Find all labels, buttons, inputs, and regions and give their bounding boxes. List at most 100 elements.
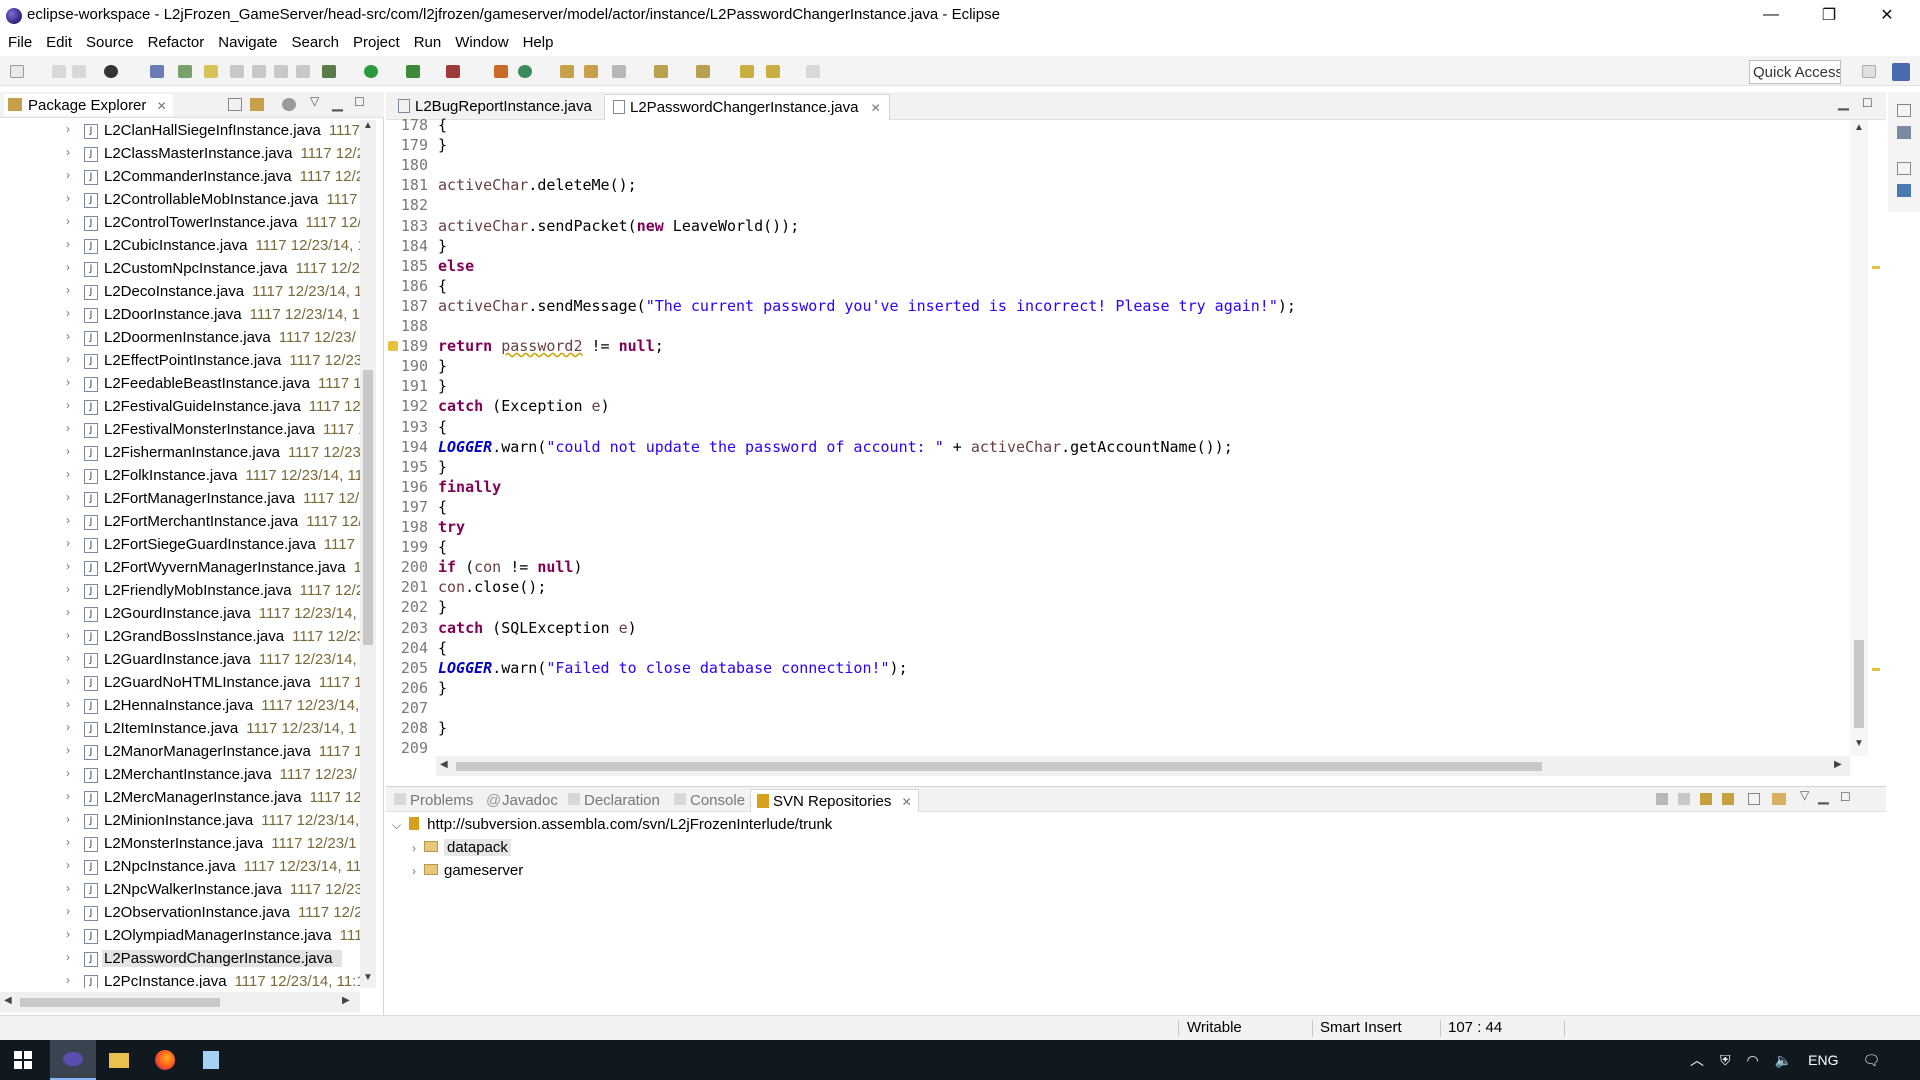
open-perspective-icon[interactable]: [1862, 65, 1876, 78]
menu-refactor[interactable]: Refactor: [148, 34, 205, 51]
taskbar-file-explorer[interactable]: [96, 1040, 142, 1080]
volume-icon[interactable]: 🔈: [1775, 1052, 1792, 1069]
editor-horizontal-scrollbar[interactable]: ◀ ▶: [436, 756, 1850, 776]
scroll-thumb[interactable]: [363, 370, 373, 645]
chevron-right-icon[interactable]: ›: [66, 444, 70, 458]
warning-annotation-marker[interactable]: [1872, 266, 1880, 269]
tab-declaration[interactable]: Declaration: [562, 789, 666, 812]
chevron-right-icon[interactable]: ›: [412, 864, 416, 878]
tree-item[interactable]: › J L2MinionInstance.java 1117 12/23/14,: [0, 810, 360, 833]
chevron-right-icon[interactable]: ›: [66, 835, 70, 849]
chevron-right-icon[interactable]: ›: [66, 352, 70, 366]
view-menu-icon[interactable]: ▽: [1800, 788, 1809, 802]
menu-source[interactable]: Source: [86, 34, 134, 51]
chevron-right-icon[interactable]: ›: [66, 191, 70, 205]
tree-item[interactable]: › J L2GuardInstance.java 1117 12/23/14,: [0, 649, 360, 672]
task-list-icon[interactable]: [1897, 126, 1911, 139]
previous-edit-icon[interactable]: [696, 65, 710, 78]
minimize-editor-icon[interactable]: ▁: [1838, 94, 1849, 111]
profile-icon[interactable]: [104, 65, 118, 78]
refresh-icon[interactable]: [1722, 793, 1734, 805]
tree-item[interactable]: › J L2MonsterInstance.java 1117 12/23/1: [0, 833, 360, 856]
tab-l2passwordchangerinstance[interactable]: L2PasswordChangerInstance.java ✕: [604, 94, 890, 120]
new-java-package-icon[interactable]: [494, 65, 508, 78]
package-tree-vertical-scrollbar[interactable]: ▲ ▼: [360, 120, 376, 988]
menu-navigate[interactable]: Navigate: [218, 34, 277, 51]
toggle-mark-occurrences-icon[interactable]: [204, 65, 218, 78]
chevron-right-icon[interactable]: ›: [66, 651, 70, 665]
tree-item[interactable]: › J L2FortManagerInstance.java 1117 12/: [0, 488, 360, 511]
menu-search[interactable]: Search: [291, 34, 339, 51]
restore-button[interactable]: ❐: [1806, 0, 1852, 30]
tab-console[interactable]: Console: [668, 789, 751, 812]
tree-item[interactable]: › J L2NpcInstance.java 1117 12/23/14, 11: [0, 856, 360, 879]
chevron-right-icon[interactable]: ›: [66, 329, 70, 343]
format-icon[interactable]: [274, 65, 288, 78]
last-edit-location-icon[interactable]: [740, 65, 754, 78]
chevron-right-icon[interactable]: ›: [66, 559, 70, 573]
chevron-right-icon[interactable]: ›: [66, 697, 70, 711]
tree-item[interactable]: › J L2GuardNoHTMLInstance.java 1117 1: [0, 672, 360, 695]
java-perspective-icon[interactable]: [1892, 63, 1910, 81]
tab-javadoc[interactable]: @Javadoc: [480, 789, 564, 812]
chevron-right-icon[interactable]: ›: [66, 421, 70, 435]
chevron-right-icon[interactable]: ›: [66, 283, 70, 297]
link-with-editor-icon[interactable]: [250, 98, 264, 111]
tree-item[interactable]: › J L2CubicInstance.java 1117 12/23/14, 1: [0, 235, 360, 258]
tab-problems[interactable]: Problems: [388, 789, 479, 812]
search-icon[interactable]: [612, 65, 626, 78]
new-icon[interactable]: [10, 65, 24, 78]
tree-item[interactable]: › J L2FriendlyMobInstance.java 1117 12/2: [0, 580, 360, 603]
tree-item[interactable]: › J L2PasswordChangerInstance.java: [0, 948, 360, 971]
coverage-icon[interactable]: [406, 65, 420, 78]
language-indicator[interactable]: ENG: [1808, 1052, 1838, 1068]
tree-item[interactable]: › J L2FestivalGuideInstance.java 1117 12/: [0, 396, 360, 419]
overview-ruler[interactable]: [1868, 120, 1884, 756]
tree-item[interactable]: › J L2CustomNpcInstance.java 1117 12/2: [0, 258, 360, 281]
tree-item[interactable]: › J L2ClassMasterInstance.java 1117 12/2: [0, 143, 360, 166]
tree-item[interactable]: › J L2DecoInstance.java 1117 12/23/14, 1: [0, 281, 360, 304]
close-button[interactable]: ✕: [1864, 0, 1910, 30]
minimize-view-icon[interactable]: ▁: [332, 95, 343, 112]
paragraph-icon[interactable]: [296, 65, 310, 78]
close-tab-icon[interactable]: ✕: [871, 101, 881, 115]
chevron-right-icon[interactable]: ›: [66, 582, 70, 596]
scroll-down-icon[interactable]: ▼: [363, 972, 373, 983]
run-icon[interactable]: [364, 65, 378, 78]
chevron-right-icon[interactable]: ›: [66, 237, 70, 251]
open-type-icon[interactable]: [560, 65, 574, 78]
package-tree-horizontal-scrollbar[interactable]: ◀ ▶: [0, 992, 360, 1012]
scroll-thumb[interactable]: [456, 762, 1542, 771]
warning-annotation-marker[interactable]: [1872, 668, 1880, 671]
menu-run[interactable]: Run: [414, 34, 442, 51]
chevron-right-icon[interactable]: ›: [66, 858, 70, 872]
restore-icon[interactable]: [1897, 104, 1911, 117]
scroll-up-icon[interactable]: ▲: [363, 120, 373, 131]
tree-item[interactable]: › J L2FortSiegeGuardInstance.java 1117 1: [0, 534, 360, 557]
forward-icon[interactable]: [1700, 793, 1712, 805]
close-icon[interactable]: ✕: [902, 795, 912, 809]
tree-item[interactable]: › J L2DoorInstance.java 1117 12/23/14, 1: [0, 304, 360, 327]
notifications-icon[interactable]: 🗨: [1863, 1052, 1881, 1069]
scroll-right-icon[interactable]: ▶: [342, 995, 350, 1006]
tree-item[interactable]: › J L2FestivalMonsterInstance.java 1117 1: [0, 419, 360, 442]
menu-help[interactable]: Help: [523, 34, 554, 51]
chevron-right-icon[interactable]: ›: [66, 513, 70, 527]
new-folder-icon[interactable]: [1772, 793, 1786, 805]
menu-edit[interactable]: Edit: [46, 34, 72, 51]
chevron-right-icon[interactable]: ›: [66, 904, 70, 918]
chevron-right-icon[interactable]: ›: [66, 881, 70, 895]
chevron-right-icon[interactable]: ›: [66, 375, 70, 389]
tree-item[interactable]: › J L2FolkInstance.java 1117 12/23/14, 11: [0, 465, 360, 488]
chevron-right-icon[interactable]: ›: [66, 398, 70, 412]
tree-item[interactable]: › J L2GourdInstance.java 1117 12/23/14,: [0, 603, 360, 626]
collapse-all-icon[interactable]: [1748, 793, 1760, 805]
focus-icon[interactable]: [282, 98, 296, 111]
back-icon[interactable]: [766, 65, 780, 78]
chevron-right-icon[interactable]: ›: [412, 841, 416, 855]
chevron-right-icon[interactable]: ›: [66, 145, 70, 159]
maximize-view-icon[interactable]: ☐: [1840, 790, 1851, 804]
tree-item[interactable]: › J L2OlympiadManagerInstance.java 111: [0, 925, 360, 948]
back-icon[interactable]: [1678, 793, 1690, 805]
restore-icon[interactable]: [1897, 162, 1911, 175]
